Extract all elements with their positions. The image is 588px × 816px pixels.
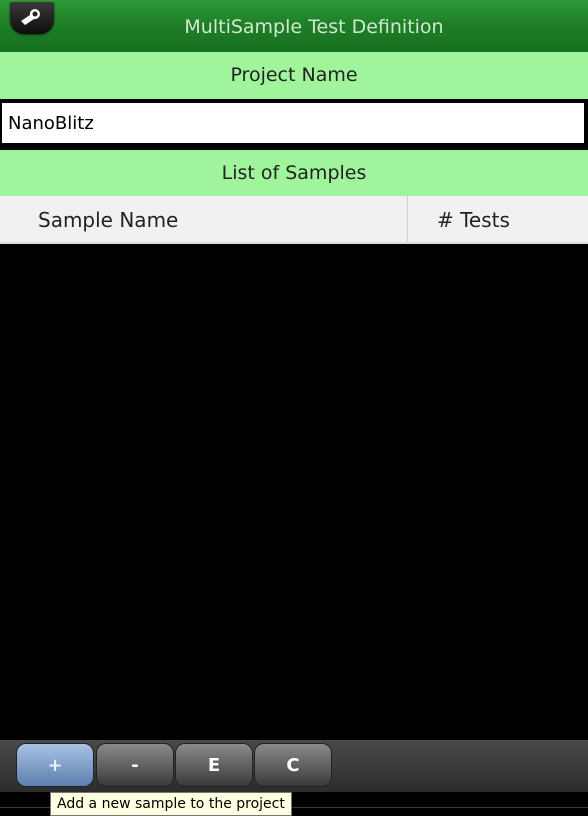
window-title: MultiSample Test Definition <box>184 16 444 38</box>
column-header-tests[interactable]: # Tests <box>437 208 510 232</box>
project-name-input[interactable] <box>0 101 586 145</box>
add-sample-tooltip: Add a new sample to the project <box>50 792 292 816</box>
sample-toolbar: + - E C <box>0 740 588 792</box>
title-bar: MultiSample Test Definition <box>0 0 588 52</box>
add-sample-button[interactable]: + <box>16 743 94 787</box>
remove-sample-button[interactable]: - <box>96 743 174 787</box>
column-divider <box>407 196 408 242</box>
column-header-sample-name[interactable]: Sample Name <box>38 208 178 232</box>
project-name-label: Project Name <box>0 52 588 99</box>
copy-sample-button[interactable]: C <box>254 743 332 787</box>
sample-list[interactable] <box>0 244 588 740</box>
project-name-row <box>0 99 588 150</box>
sample-list-label: List of Samples <box>0 150 588 196</box>
edit-sample-button[interactable]: E <box>175 743 253 787</box>
sample-table-header: Sample Name # Tests <box>0 196 588 244</box>
